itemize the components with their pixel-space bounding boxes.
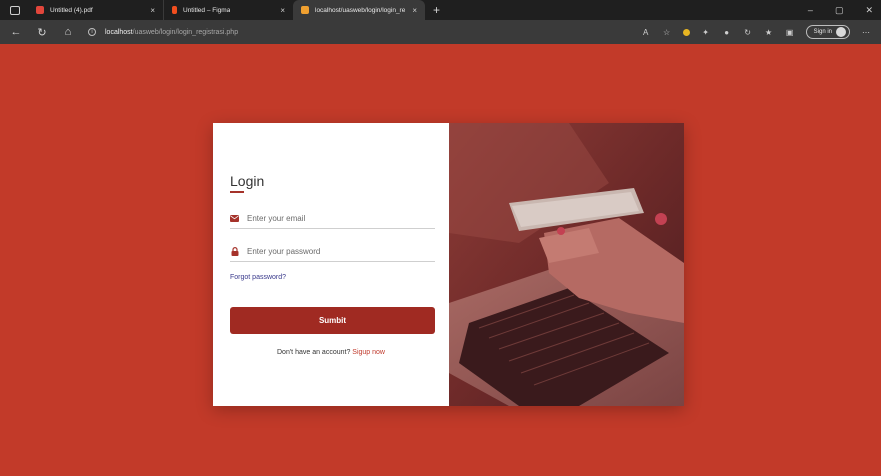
submit-button[interactable]: Sumbit xyxy=(230,307,435,334)
heading-underline xyxy=(230,191,244,193)
read-aloud-icon[interactable]: A xyxy=(641,27,651,37)
login-heading: Login xyxy=(230,173,265,189)
restore-button[interactable]: ▢ xyxy=(835,5,844,16)
sign-in-button[interactable]: Sign in xyxy=(805,25,850,39)
avatar-icon xyxy=(836,27,846,37)
new-tab-button[interactable]: + xyxy=(433,3,440,17)
hero-photo xyxy=(449,123,684,406)
forgot-password-link[interactable]: Forgot password? xyxy=(230,274,286,281)
tab-title: localhost/uasweb/login/login_re xyxy=(315,6,406,14)
address-bar[interactable]: i localhost /uasweb/login/login_registra… xyxy=(88,28,238,36)
favorite-add-icon[interactable]: ☆ xyxy=(662,27,672,37)
login-form: Login Forgot password? Sumbit Don't have… xyxy=(213,123,449,406)
site-info-icon[interactable]: i xyxy=(88,28,96,36)
browser-tab-active[interactable]: localhost/uasweb/login/login_re × xyxy=(293,0,425,20)
tab-title: Untitled – Figma xyxy=(183,6,231,14)
email-input[interactable] xyxy=(247,214,427,223)
minimize-button[interactable]: – xyxy=(808,5,813,16)
browser-tab-figma[interactable]: Untitled – Figma × xyxy=(163,0,293,20)
tab-close-icon[interactable]: × xyxy=(150,6,155,15)
shield-extension-icon[interactable]: ● xyxy=(722,27,732,37)
signup-link[interactable]: Sigup now xyxy=(352,349,385,356)
home-icon[interactable]: ⌂ xyxy=(58,26,78,38)
puzzle-extension-icon[interactable]: ✦ xyxy=(701,27,711,37)
tab-close-icon[interactable]: × xyxy=(280,6,285,15)
more-menu-icon[interactable]: ⋯ xyxy=(861,27,871,37)
browser-tab-bar: Untitled (4).pdf × Untitled – Figma × lo… xyxy=(0,0,881,20)
page-favicon-icon xyxy=(301,6,309,14)
tab-title: Untitled (4).pdf xyxy=(50,6,93,14)
refresh-icon[interactable]: ↻ xyxy=(32,26,52,39)
email-field-row xyxy=(230,209,435,229)
password-input[interactable] xyxy=(247,247,427,256)
tab-actions-icon[interactable] xyxy=(10,5,20,15)
back-arrow-icon[interactable]: ← xyxy=(6,26,26,38)
browser-tab-pdf[interactable]: Untitled (4).pdf × xyxy=(28,0,163,20)
signup-prompt: Don't have an account? Sigup now xyxy=(213,349,449,356)
toolbar-icons: A ☆ ✦ ● ↻ ★ ▣ Sign in ⋯ xyxy=(641,25,881,39)
login-card: Login Forgot password? Sumbit Don't have… xyxy=(213,123,684,406)
browser-toolbar: ← ↻ ⌂ i localhost /uasweb/login/login_re… xyxy=(0,20,881,44)
sign-in-label: Sign in xyxy=(813,29,832,35)
lock-icon xyxy=(230,247,239,256)
hand-phone-laptop-image xyxy=(449,123,684,406)
figma-favicon-icon xyxy=(172,6,177,14)
url-path: /uasweb/login/login_registrasi.php xyxy=(132,28,239,36)
close-window-button[interactable]: ✕ xyxy=(865,5,873,16)
window-controls: – ▢ ✕ xyxy=(808,5,881,16)
tab-close-icon[interactable]: × xyxy=(412,6,417,15)
collections-icon[interactable]: ▣ xyxy=(785,27,795,37)
pdf-favicon-icon xyxy=(36,6,44,14)
favorites-icon[interactable]: ★ xyxy=(764,27,774,37)
url-host: localhost xyxy=(105,28,133,36)
extension-icon[interactable] xyxy=(682,28,690,36)
envelope-icon xyxy=(230,214,239,223)
refresh-extension-icon[interactable]: ↻ xyxy=(743,27,753,37)
password-field-row xyxy=(230,242,435,262)
no-account-text: Don't have an account? xyxy=(277,349,351,356)
